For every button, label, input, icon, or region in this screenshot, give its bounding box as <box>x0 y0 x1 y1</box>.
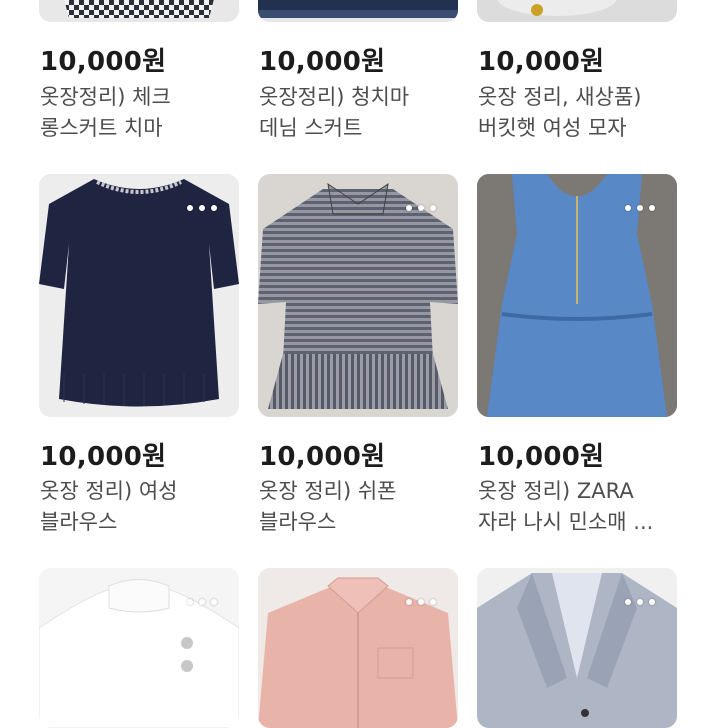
listing-title-line: 옷장정리) 청치마 <box>259 85 410 109</box>
listing-price: 10,000원 <box>259 47 386 77</box>
listing-title[interactable]: 옷장 정리, 새상품) 버킷햇 여성 모자 <box>478 82 688 144</box>
grey-blazer-icon <box>477 568 677 728</box>
listing-price: 10,000원 <box>40 442 167 472</box>
listing-grid: 10,000원 옷장정리) 체크 롱스커트 치마 10,000원 옷장정리) 청… <box>0 0 715 728</box>
listing-title-line: 자라 나시 민소매 ... <box>478 510 654 534</box>
listing-title[interactable]: 옷장정리) 청치마 데님 스커트 <box>259 82 469 144</box>
denim-skirt-icon <box>258 0 458 22</box>
listing-title-line: 옷장정리) 체크 <box>40 85 171 109</box>
listing-title-line: 블라우스 <box>259 510 337 534</box>
listing-title[interactable]: 옷장 정리) 여성 블라우스 <box>40 476 250 538</box>
listing-price: 10,000원 <box>40 47 167 77</box>
listing-title-line: 데님 스커트 <box>259 116 363 140</box>
bucket-hat-icon <box>477 0 677 22</box>
listing-thumb-check-skirt[interactable] <box>39 0 239 22</box>
more-options-icon[interactable] <box>187 205 217 211</box>
listing-title-line: 옷장 정리) ZARA <box>478 479 634 503</box>
listing-title[interactable]: 옷장정리) 체크 롱스커트 치마 <box>40 82 250 144</box>
listing-thumb-navy-blouse[interactable] <box>39 174 239 417</box>
pink-shirt-icon <box>258 568 458 728</box>
more-options-icon[interactable] <box>406 599 436 605</box>
listing-title[interactable]: 옷장 정리) 쉬폰 블라우스 <box>259 476 469 538</box>
listing-thumb-grey-blazer[interactable] <box>477 568 677 728</box>
more-options-icon[interactable] <box>406 205 436 211</box>
listing-price: 10,000원 <box>259 442 386 472</box>
listing-title-line: 옷장 정리) 여성 <box>40 479 178 503</box>
listing-title-line: 블라우스 <box>40 510 118 534</box>
listing-thumb-denim-romper[interactable] <box>477 174 677 417</box>
more-options-icon[interactable] <box>625 599 655 605</box>
listing-thumb-white-knit[interactable] <box>39 568 239 728</box>
more-options-icon[interactable] <box>625 205 655 211</box>
listing-title[interactable]: 옷장 정리) ZARA 자라 나시 민소매 ... <box>478 476 688 538</box>
listing-price: 10,000원 <box>478 442 605 472</box>
more-options-icon[interactable] <box>187 599 217 605</box>
listing-price: 10,000원 <box>478 47 605 77</box>
listing-title-line: 옷장 정리, 새상품) <box>478 85 642 109</box>
check-skirt-icon <box>39 0 239 22</box>
listing-thumb-striped-blouse[interactable] <box>258 174 458 417</box>
listing-title-line: 버킷햇 여성 모자 <box>478 116 627 140</box>
listing-title-line: 롱스커트 치마 <box>40 116 163 140</box>
listing-thumb-denim-skirt[interactable] <box>258 0 458 22</box>
listing-thumb-pink-shirt[interactable] <box>258 568 458 728</box>
listing-thumb-bucket-hat[interactable] <box>477 0 677 22</box>
listing-title-line: 옷장 정리) 쉬폰 <box>259 479 397 503</box>
white-knit-icon <box>39 568 239 728</box>
